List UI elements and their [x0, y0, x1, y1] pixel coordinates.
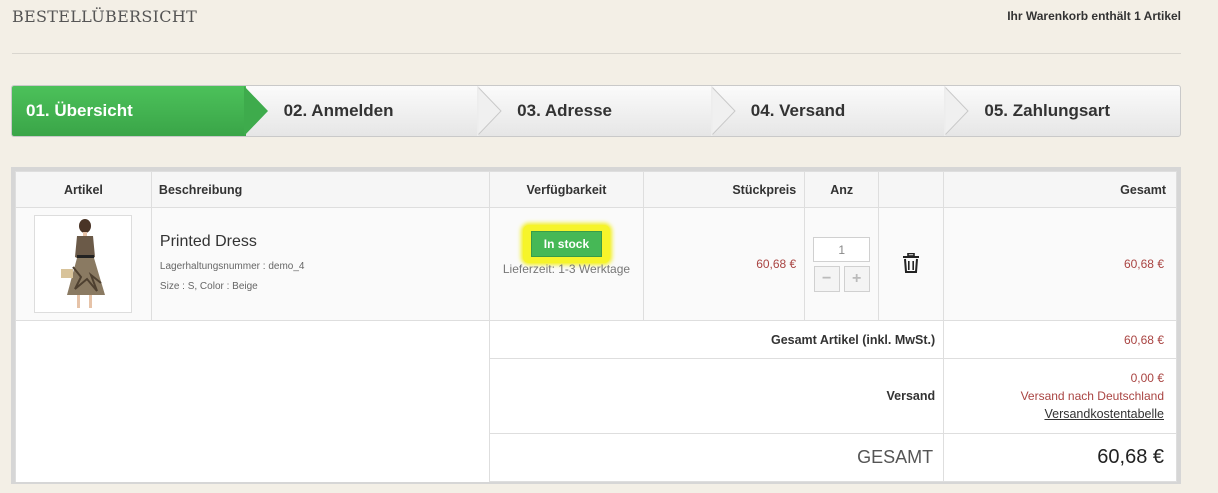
quantity-plus-button[interactable]: + [843, 265, 870, 292]
header-quantity: Anz [804, 171, 880, 208]
step-address[interactable]: 03. Adresse [479, 86, 736, 136]
grand-total-label: GESAMT [488, 433, 945, 482]
unit-price: 60,68 € [756, 257, 797, 271]
header-total: Gesamt [943, 171, 1177, 208]
stock-badge: In stock [530, 231, 603, 257]
header-delete [878, 171, 945, 208]
delivery-time: Lieferzeit: 1-3 Werktage [502, 262, 631, 276]
product-attributes: Size : S, Color : Beige [159, 281, 258, 292]
step-payment[interactable]: 05. Zahlungsart [946, 86, 1180, 136]
items-total-label: Gesamt Artikel (inkl. MwSt.) [488, 320, 945, 359]
step-overview[interactable]: 01. Übersicht [12, 86, 268, 136]
shipping-destination: Versand nach Deutschland [1020, 389, 1164, 403]
quantity-minus-button[interactable]: − [813, 265, 840, 292]
step-login[interactable]: 02. Anmelden [246, 86, 502, 136]
step-arrow-icon [944, 86, 970, 136]
header-divider [12, 53, 1181, 54]
step-shipping[interactable]: 04. Versand [713, 86, 970, 136]
product-sku: Lagerhaltungsnummer : demo_4 [159, 261, 305, 272]
step-label: 04. Versand [750, 101, 846, 120]
product-name[interactable]: Printed Dress [160, 233, 489, 251]
dress-photo-icon [61, 219, 106, 308]
header-unit-price: Stückpreis [643, 171, 806, 208]
line-total: 60,68 € [1123, 257, 1164, 271]
header-article: Artikel [15, 171, 152, 208]
stock-highlight: In stock [522, 225, 611, 263]
step-arrow-icon [710, 86, 736, 136]
step-label: 01. Übersicht [26, 101, 133, 120]
items-total-value: 60,68 € [1123, 332, 1164, 347]
step-label: 02. Anmelden [283, 101, 394, 120]
header-availability: Verfügbarkeit [488, 171, 645, 208]
step-label: 05. Zahlungsart [984, 101, 1111, 120]
cart-summary-table: Artikel Beschreibung Verfügbarkeit Stück… [11, 167, 1181, 484]
shipping-value: 0,00 € [1130, 371, 1164, 385]
checkout-steps: 01. Übersicht 02. Anmelden 03. Adresse 0… [11, 85, 1181, 137]
table-row: Printed Dress Lagerhaltungsnummer : demo… [15, 207, 1177, 321]
trash-icon[interactable] [902, 252, 920, 273]
product-image[interactable] [34, 215, 133, 313]
cart-count-info: Ihr Warenkorb enthält 1 Artikel [1007, 9, 1181, 23]
summary-items-row: Gesamt Artikel (inkl. MwSt.) 60,68 € [15, 320, 1177, 482]
step-arrow-icon [477, 86, 502, 136]
shipping-label: Versand [488, 358, 945, 434]
quantity-input[interactable]: 1 [813, 236, 871, 262]
header-description: Beschreibung [150, 171, 490, 208]
shipping-cost-table-link[interactable]: Versandkostentabelle [944, 405, 1164, 423]
step-arrow-icon [243, 86, 268, 136]
grand-total-value: 60,68 € [943, 433, 1177, 482]
step-label: 03. Adresse [517, 101, 612, 120]
page-title: BESTELLÜBERSICHT [12, 7, 198, 26]
